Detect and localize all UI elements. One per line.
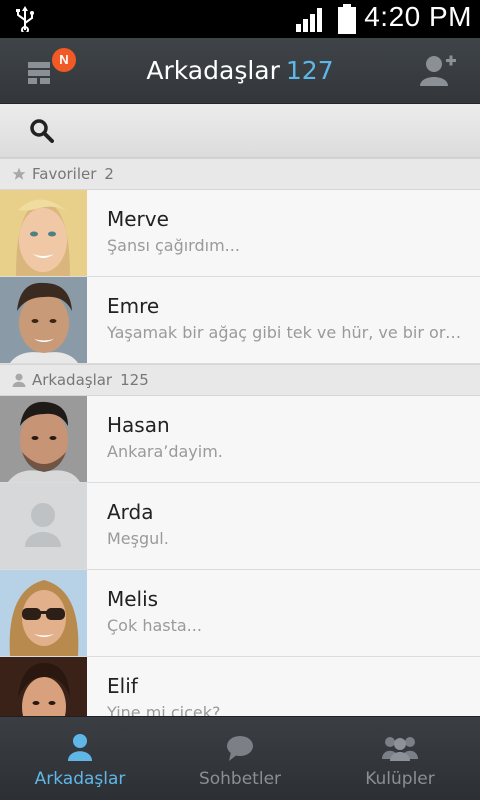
battery-icon (338, 4, 356, 34)
section-count: 125 (120, 371, 149, 389)
section-label: Arkadaşlar (32, 371, 113, 389)
friend-count: 127 (285, 56, 334, 85)
tab-bar: Arkadaşlar Sohbetler Kulüpler (0, 716, 480, 800)
avatar (0, 277, 87, 363)
list-item[interactable]: Elif Yine mi cicek? (0, 657, 480, 716)
add-friend-button[interactable] (420, 54, 456, 88)
avatar-photo (0, 396, 87, 482)
contact-name: Hasan (107, 413, 170, 437)
default-avatar-icon (25, 503, 61, 547)
list-item[interactable]: Hasan Ankara’dayim. (0, 396, 480, 483)
list-item[interactable]: Arda Meşgul. (0, 483, 480, 570)
contact-name: Emre (107, 294, 160, 318)
contact-status: Yaşamak bir ağaç gibi tek ve hür, ve bir… (107, 323, 467, 342)
group-icon (382, 737, 418, 761)
avatar-photo (0, 657, 87, 716)
page-title: Arkadaşlar 127 (0, 56, 480, 85)
search-icon[interactable] (30, 119, 54, 143)
avatar (0, 657, 87, 716)
tab-label: Arkadaşlar (34, 769, 126, 789)
contact-status: Çok hasta... (107, 616, 202, 635)
search-bar[interactable] (0, 104, 480, 158)
section-label: Favoriler (32, 165, 97, 183)
tab-label: Kulüpler (365, 769, 435, 789)
star-icon (12, 167, 26, 180)
contact-status: Şansı çağırdım... (107, 236, 240, 255)
avatar (0, 570, 87, 656)
contact-status: Yine mi cicek? (107, 703, 221, 716)
header: N Arkadaşlar 127 (0, 38, 480, 104)
list-item[interactable]: Emre Yaşamak bir ağaç gibi tek ve hür, v… (0, 277, 480, 364)
avatar (0, 190, 87, 276)
tab-label: Sohbetler (198, 769, 282, 789)
usb-icon (16, 6, 34, 32)
contact-status: Meşgul. (107, 529, 169, 548)
clock: 4:20 PM (364, 1, 472, 32)
section-header-favorites: Favoriler 2 (0, 158, 480, 190)
list-item[interactable]: Merve Şansı çağırdım... (0, 190, 480, 277)
contact-list[interactable]: Favoriler 2 Merve Şansı çağırdım... Emre… (0, 158, 480, 716)
tab-friends[interactable]: Arkadaşlar (0, 717, 160, 800)
status-bar: 4:20 PM (0, 0, 480, 38)
page-title-label: Arkadaşlar (146, 56, 280, 85)
avatar-photo (0, 277, 87, 363)
contact-status: Ankara’dayim. (107, 442, 223, 461)
person-small-icon (12, 373, 26, 387)
person-icon (68, 734, 92, 761)
signal-icon (296, 8, 322, 32)
avatar-photo (0, 570, 87, 656)
add-friend-icon (420, 55, 456, 86)
contact-name: Elif (107, 674, 138, 698)
avatar (0, 396, 87, 482)
avatar-photo (0, 190, 87, 276)
contact-name: Merve (107, 207, 169, 231)
chat-bubble-icon (227, 736, 253, 761)
contact-name: Arda (107, 500, 154, 524)
section-count: 2 (104, 165, 114, 183)
section-header-friends: Arkadaşlar 125 (0, 364, 480, 396)
tab-clubs[interactable]: Kulüpler (320, 717, 480, 800)
list-item[interactable]: Melis Çok hasta... (0, 570, 480, 657)
avatar (0, 483, 87, 569)
tab-chats[interactable]: Sohbetler (160, 717, 320, 800)
contact-name: Melis (107, 587, 159, 611)
